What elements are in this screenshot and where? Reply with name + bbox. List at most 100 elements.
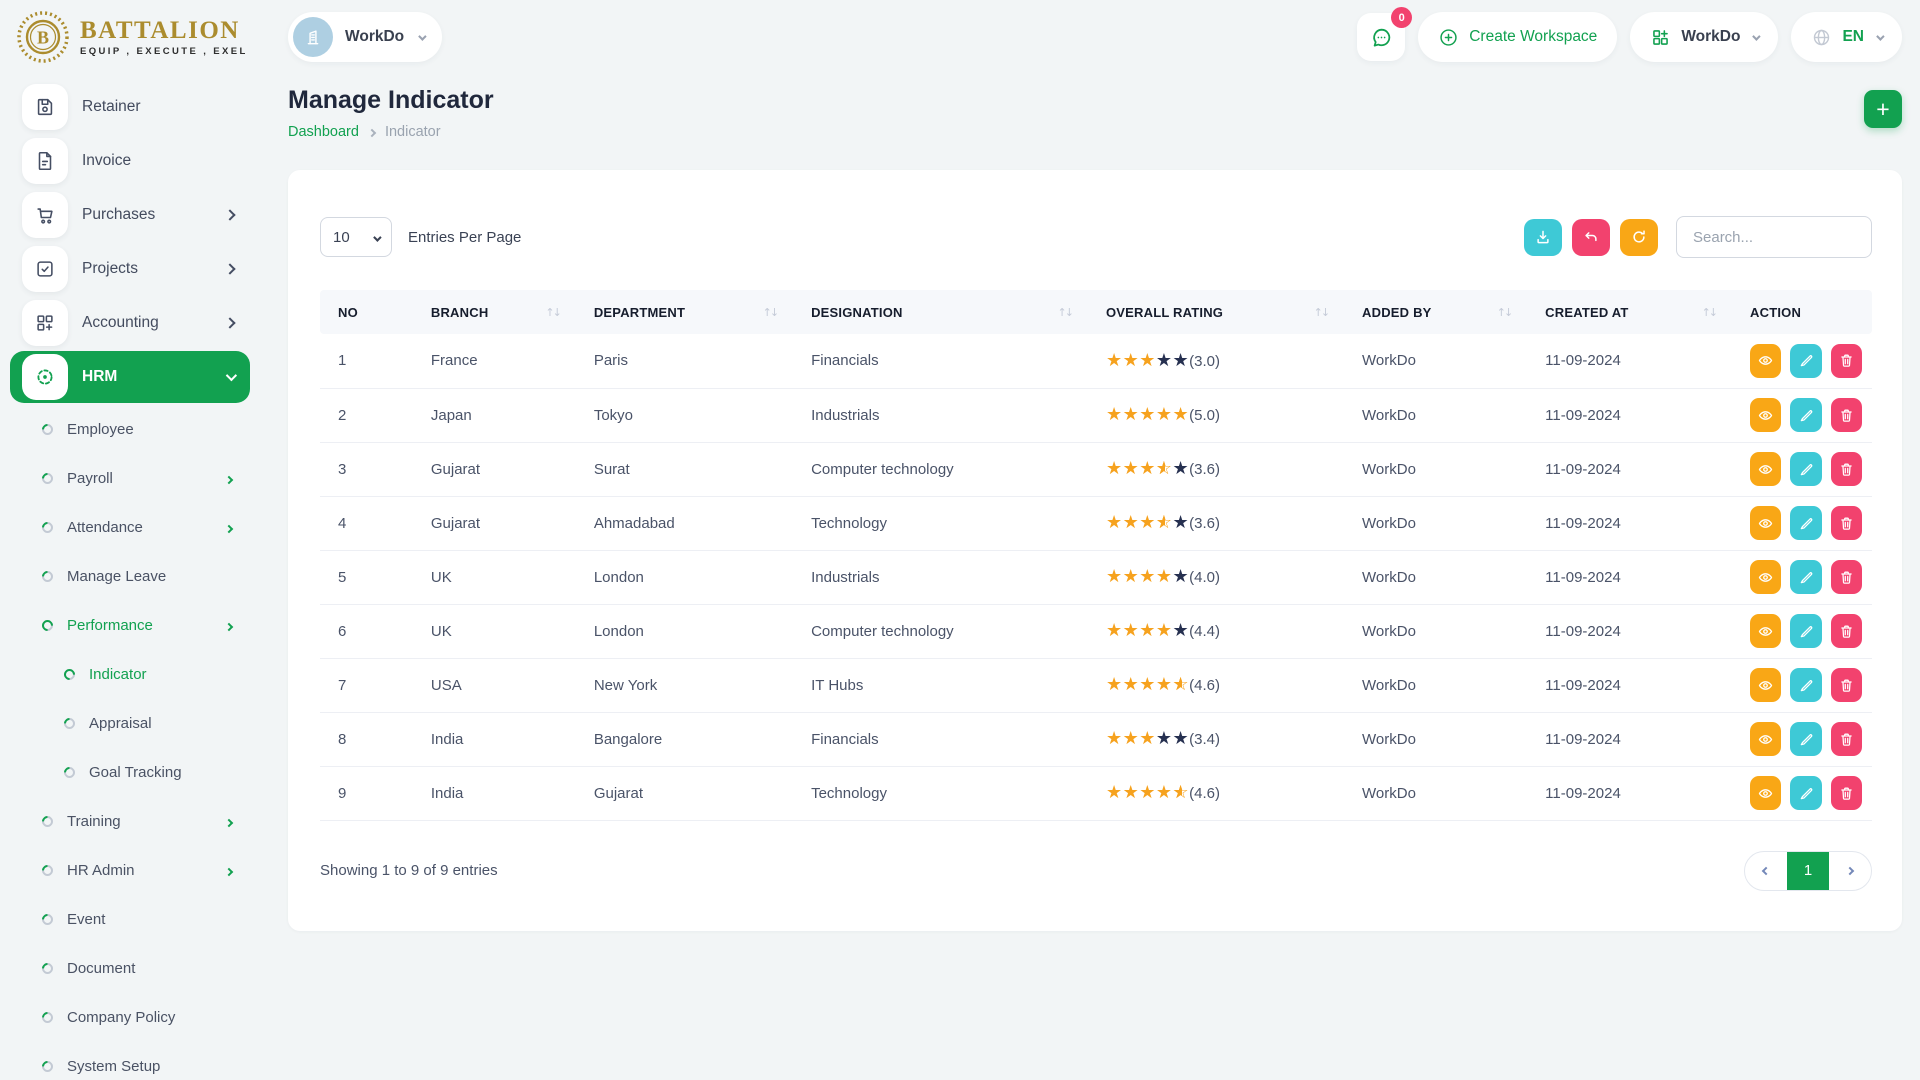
delete-button[interactable] <box>1831 776 1862 810</box>
view-button[interactable] <box>1750 668 1781 702</box>
sidebar-item-invoice[interactable]: Invoice <box>10 135 250 187</box>
bullet-icon <box>40 1059 56 1075</box>
view-button[interactable] <box>1750 722 1781 756</box>
export-button[interactable] <box>1524 219 1562 256</box>
sidebar-subitem-indicator[interactable]: Indicator <box>0 650 260 699</box>
sidebar-subitem-event[interactable]: Event <box>0 895 260 944</box>
sort-icon[interactable]: ↑↓ <box>545 306 559 319</box>
star-full-icon: ★ <box>1123 352 1140 370</box>
edit-button[interactable] <box>1790 452 1821 486</box>
delete-button[interactable] <box>1831 506 1862 540</box>
edit-button[interactable] <box>1790 506 1821 540</box>
create-indicator-button[interactable]: + <box>1864 90 1902 128</box>
sort-icon[interactable]: ↑↓ <box>1702 306 1716 319</box>
sidebar-item-accounting[interactable]: Accounting <box>10 297 250 349</box>
sidebar-subitem-system-setup[interactable]: System Setup <box>0 1042 260 1080</box>
column-header-branch[interactable]: BRANCH↑↓ <box>421 290 584 334</box>
delete-button[interactable] <box>1831 722 1862 756</box>
star-full-icon: ★ <box>1139 622 1156 640</box>
language-selector[interactable]: EN <box>1791 12 1902 62</box>
view-button[interactable] <box>1750 452 1781 486</box>
create-workspace-button[interactable]: Create Workspace <box>1418 12 1617 62</box>
column-header-added-by[interactable]: ADDED BY↑↓ <box>1352 290 1535 334</box>
workspace-selector[interactable]: WorkDo <box>288 12 442 62</box>
star-empty-icon: ★ <box>1173 622 1190 640</box>
column-header-department[interactable]: DEPARTMENT↑↓ <box>584 290 801 334</box>
sidebar-subitem-document[interactable]: Document <box>0 944 260 993</box>
undo-button[interactable] <box>1572 219 1610 256</box>
delete-button[interactable] <box>1831 452 1862 486</box>
main-area: WorkDo 0 Create Workspace WorkDo <box>260 0 1920 1080</box>
view-button[interactable] <box>1750 614 1781 648</box>
chevron-down-icon <box>226 368 234 386</box>
sidebar-subitem-goal-tracking[interactable]: Goal Tracking <box>0 748 260 797</box>
previous-page-button[interactable] <box>1745 852 1787 890</box>
cell-designation: IT Hubs <box>801 658 1096 712</box>
cell-created-at: 11-09-2024 <box>1535 388 1740 442</box>
star-full-icon: ★ <box>1123 784 1140 802</box>
column-header-overall-rating[interactable]: OVERALL RATING↑↓ <box>1096 290 1352 334</box>
edit-button[interactable] <box>1790 722 1821 756</box>
sidebar-subitem-employee[interactable]: Employee <box>0 405 260 454</box>
brand-logo[interactable]: B BATTALION EQUIP , EXECUTE , EXEL <box>0 0 260 74</box>
view-button[interactable] <box>1750 560 1781 594</box>
column-label: DESIGNATION <box>811 305 903 320</box>
save-icon <box>22 84 68 130</box>
breadcrumb-dashboard-link[interactable]: Dashboard <box>288 124 359 140</box>
chat-badge: 0 <box>1391 7 1412 28</box>
workdo-menu-button[interactable]: WorkDo <box>1630 12 1778 62</box>
topbar: WorkDo 0 Create Workspace WorkDo <box>288 0 1902 74</box>
sidebar-subitem-company-policy[interactable]: Company Policy <box>0 993 260 1042</box>
refresh-button[interactable] <box>1620 219 1658 256</box>
bullet-icon <box>40 471 56 487</box>
cell-action <box>1740 334 1872 388</box>
sidebar-subitem-manage-leave[interactable]: Manage Leave <box>0 552 260 601</box>
cell-branch: India <box>421 766 584 820</box>
sidebar-subitem-performance[interactable]: Performance <box>0 601 260 650</box>
sidebar-subitem-hr-admin[interactable]: HR Admin <box>0 846 260 895</box>
next-page-button[interactable] <box>1829 852 1871 890</box>
star-rating: ★★★☆★★ <box>1106 514 1189 532</box>
messages-button[interactable]: 0 <box>1357 13 1405 61</box>
star-full-icon: ★ <box>1106 568 1123 586</box>
delete-button[interactable] <box>1831 398 1862 432</box>
cell-created-at: 11-09-2024 <box>1535 496 1740 550</box>
cell-action <box>1740 658 1872 712</box>
current-page[interactable]: 1 <box>1787 852 1829 890</box>
edit-button[interactable] <box>1790 398 1821 432</box>
sidebar-item-retainer[interactable]: Retainer <box>10 81 250 133</box>
sidebar-item-purchases[interactable]: Purchases <box>10 189 250 241</box>
entries-per-page-select[interactable]: 10 <box>320 217 392 257</box>
cell-no: 8 <box>320 712 421 766</box>
edit-button[interactable] <box>1790 560 1821 594</box>
edit-button[interactable] <box>1790 668 1821 702</box>
sidebar-subitem-training[interactable]: Training <box>0 797 260 846</box>
delete-button[interactable] <box>1831 668 1862 702</box>
sidebar-subitem-attendance[interactable]: Attendance <box>0 503 260 552</box>
edit-button[interactable] <box>1790 344 1821 378</box>
sidebar-subitem-appraisal[interactable]: Appraisal <box>0 699 260 748</box>
view-button[interactable] <box>1750 506 1781 540</box>
view-button[interactable] <box>1750 398 1781 432</box>
sort-icon[interactable]: ↑↓ <box>1497 306 1511 319</box>
delete-button[interactable] <box>1831 560 1862 594</box>
column-header-designation[interactable]: DESIGNATION ↑↓ <box>801 290 1096 334</box>
sidebar-item-projects[interactable]: Projects <box>10 243 250 295</box>
search-input[interactable] <box>1676 216 1872 258</box>
breadcrumb-current: Indicator <box>385 124 441 140</box>
sidebar-item-hrm[interactable]: HRM <box>10 351 250 403</box>
column-header-created-at[interactable]: CREATED AT↑↓ <box>1535 290 1740 334</box>
delete-button[interactable] <box>1831 344 1862 378</box>
cell-department: Surat <box>584 442 801 496</box>
view-button[interactable] <box>1750 776 1781 810</box>
view-button[interactable] <box>1750 344 1781 378</box>
sidebar-subitem-payroll[interactable]: Payroll <box>0 454 260 503</box>
delete-button[interactable] <box>1831 614 1862 648</box>
sort-icon[interactable]: ↑↓ <box>1058 306 1072 319</box>
edit-button[interactable] <box>1790 776 1821 810</box>
sort-icon[interactable]: ↑↓ <box>763 306 777 319</box>
cell-department: London <box>584 604 801 658</box>
edit-button[interactable] <box>1790 614 1821 648</box>
sidebar: B BATTALION EQUIP , EXECUTE , EXEL Retai… <box>0 0 260 1080</box>
sort-icon[interactable]: ↑↓ <box>1314 306 1328 319</box>
